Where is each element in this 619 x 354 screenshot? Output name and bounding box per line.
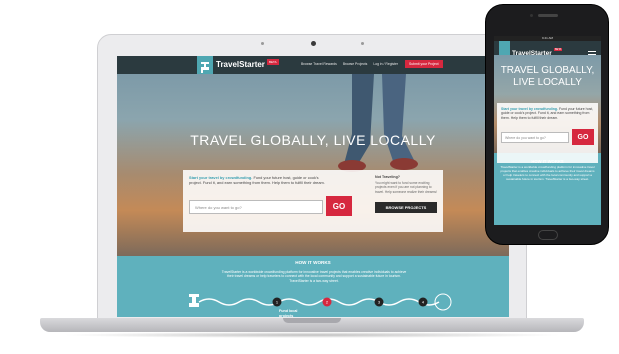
laptop-sensor bbox=[261, 42, 264, 45]
hero-panel: Start your travel by crowdfunding. Fund … bbox=[183, 170, 443, 232]
how-it-works-title: HOW IT WORKS bbox=[295, 260, 331, 265]
laptop-notch bbox=[283, 318, 341, 323]
hero-title: TRAVEL GLOBALLY, LIVE LOCALLY bbox=[190, 132, 436, 148]
nav-links: Browse Travel Rewards Browse Projects Lo… bbox=[301, 62, 398, 66]
phone-beta-badge: BETA bbox=[554, 48, 563, 51]
brand-name[interactable]: TravelStarter bbox=[216, 60, 265, 69]
phone-home-button[interactable] bbox=[538, 230, 558, 240]
site-navbar: TravelStarter BETA Browse Travel Rewards… bbox=[117, 56, 509, 78]
phone-hero: TRAVEL GLOBALLY, LIVE LOCALLY Start your… bbox=[494, 55, 601, 163]
phone-hero-panel: Start your travel by crowdfunding. Fund … bbox=[497, 103, 598, 163]
phone-navbar: TravelStarter BETA bbox=[494, 41, 601, 58]
how-it-works-wave: 1 2 3 4 bbox=[189, 293, 452, 311]
wheel-icon bbox=[434, 293, 452, 311]
hero-intro: Start your travel by crowdfunding. Fund … bbox=[189, 175, 327, 185]
phone-hero-intro: Start your travel by crowdfunding. Fund … bbox=[501, 107, 595, 120]
hero-photo-legs bbox=[338, 74, 418, 172]
how-it-works-text: TravelStarter is a worldwide crowdfundin… bbox=[221, 270, 407, 283]
tap-icon bbox=[201, 62, 209, 73]
destination-search-input[interactable]: Where do you want to go? bbox=[189, 200, 323, 214]
laptop-camera bbox=[311, 41, 316, 46]
active-step-label: Fund local projects bbox=[279, 309, 298, 317]
hero-section: TRAVEL GLOBALLY, LIVE LOCALLY Start your… bbox=[117, 74, 509, 256]
phone-speaker bbox=[538, 14, 558, 17]
submit-project-button[interactable]: Submit your Project bbox=[405, 60, 443, 68]
phone-screen: 9:41 AM TravelStarter BETA TRAVEL GLOBAL… bbox=[494, 36, 601, 225]
laptop-sensor bbox=[361, 42, 364, 45]
go-button[interactable]: GO bbox=[326, 196, 352, 216]
phone-go-button[interactable]: GO bbox=[572, 129, 594, 145]
not-traveling-title: Not Traveling? bbox=[375, 175, 400, 179]
browse-projects-button[interactable]: BROWSE PROJECTS bbox=[375, 202, 437, 213]
phone-how-it-works-title: HOW IT WORKS bbox=[531, 159, 564, 164]
laptop-screen: TravelStarter BETA Browse Travel Rewards… bbox=[117, 56, 509, 317]
laptop: TravelStarter BETA Browse Travel Rewards… bbox=[97, 34, 527, 320]
phone-camera bbox=[530, 14, 533, 17]
how-it-works-section: HOW IT WORKS TravelStarter is a worldwid… bbox=[117, 256, 509, 317]
phone-hero-title: TRAVEL GLOBALLY, LIVE LOCALLY bbox=[500, 65, 595, 88]
nav-link-browse-projects[interactable]: Browse Projects bbox=[343, 62, 368, 66]
phone-intro-lead: Start your travel by crowdfunding. bbox=[501, 107, 558, 111]
beta-badge: BETA bbox=[267, 59, 279, 65]
nav-link-travel-rewards[interactable]: Browse Travel Rewards bbox=[301, 62, 337, 66]
tap-icon bbox=[189, 294, 199, 297]
phone-destination-search-input[interactable]: Where do you want to go? bbox=[501, 132, 569, 143]
laptop-shadow bbox=[60, 332, 564, 338]
phone-how-it-works-text: TravelStarter is a worldwide crowdfundin… bbox=[500, 165, 595, 181]
nav-link-login[interactable]: Log in / Register bbox=[373, 62, 398, 66]
not-traveling-text: You might want to fund some exciting pro… bbox=[375, 181, 437, 194]
device-mockup: TravelStarter BETA Browse Travel Rewards… bbox=[0, 0, 619, 354]
phone: 9:41 AM TravelStarter BETA TRAVEL GLOBAL… bbox=[485, 4, 609, 245]
